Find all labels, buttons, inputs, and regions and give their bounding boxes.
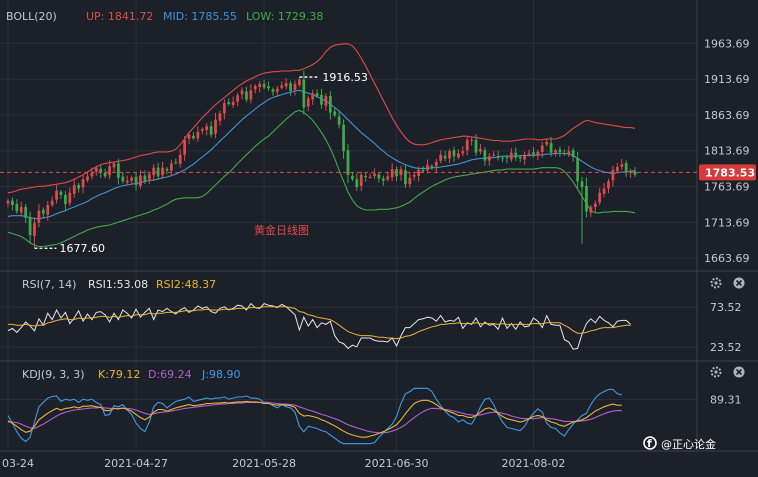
rsi1-value: RSI1:53.08 (88, 278, 148, 291)
low-marker-label: 1677.60 (59, 242, 105, 255)
price-tick-label: 1963.69 (704, 37, 750, 50)
boll-mid-value: MID: 1785.55 (163, 10, 237, 23)
kdj-legend: KDJ(9, 3, 3) K:79.12 D:69.24 J:98.90 (22, 368, 240, 381)
kdj-j-value: J:98.90 (201, 368, 240, 381)
kdj-close-icon[interactable] (733, 366, 745, 378)
boll-up-value: UP: 1841.72 (86, 10, 153, 23)
x-tick-label: 2021-08-02 (501, 457, 565, 470)
boll-low-value: LOW: 1729.38 (246, 10, 323, 23)
price-tick-label: 1763.69 (704, 181, 750, 194)
kdj-d-value: D:69.24 (148, 368, 192, 381)
price-tick-label: 1663.69 (704, 252, 750, 265)
svg-text:f: f (647, 437, 652, 450)
x-tick-label: 2021-04-27 (104, 457, 168, 470)
boll-title: BOLL(20) (6, 10, 57, 23)
kdj-k-value: K:79.12 (98, 368, 140, 381)
kdj-axis: 89.31 (710, 394, 742, 407)
kdj-tick-label: 89.31 (710, 394, 742, 407)
rsi-tick-label: 73.52 (710, 301, 742, 314)
price-tick-label: 1913.69 (704, 73, 750, 86)
high-marker-label: 1916.53 (322, 71, 368, 84)
price-tick-label: 1813.69 (704, 145, 750, 158)
watermark-text: @正心论金 (661, 437, 716, 451)
gold-daily-chart: 1916.53 1677.60 黄金日线图 1963.69 1913.69 1863… (0, 0, 758, 477)
price-tick-label: 1713.69 (704, 216, 750, 229)
rsi-title: RSI(7, 14) (22, 278, 76, 291)
x-tick-label: 03-24 (2, 457, 34, 470)
rsi-legend: RSI(7, 14) RSI1:53.08 RSI2:48.37 (22, 278, 216, 291)
rsi-tick-label: 23.52 (710, 341, 742, 354)
current-price-badge: 1783.53 (699, 164, 756, 181)
rsi-close-icon[interactable] (733, 277, 745, 289)
x-tick-label: 2021-05-28 (232, 457, 296, 470)
rsi2-value: RSI2:48.37 (156, 278, 216, 291)
x-tick-label: 2021-06-30 (365, 457, 429, 470)
current-price-label: 1783.53 (705, 166, 755, 179)
price-tick-label: 1863.69 (704, 109, 750, 122)
boll-legend: BOLL(20) UP: 1841.72 MID: 1785.55 LOW: 1… (6, 10, 323, 23)
kdj-title: KDJ(9, 3, 3) (22, 368, 85, 381)
chart-annotation: 黄金日线图 (254, 223, 309, 237)
